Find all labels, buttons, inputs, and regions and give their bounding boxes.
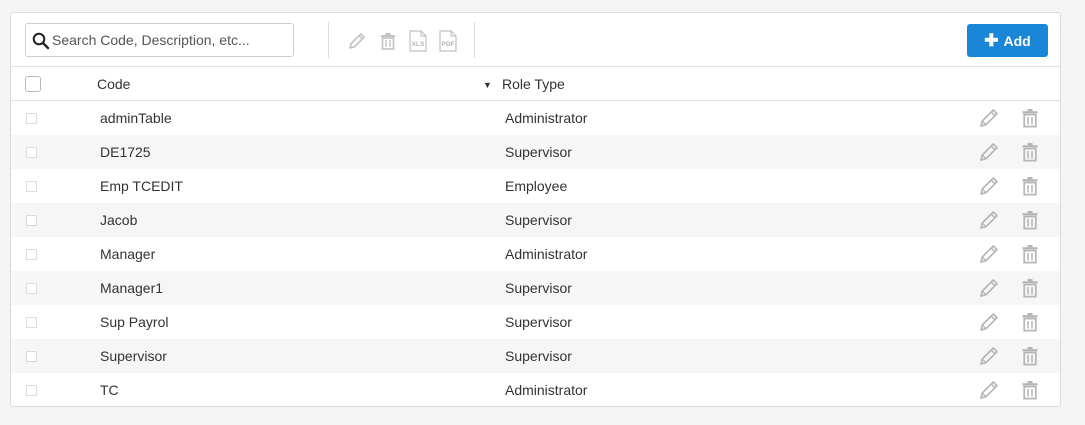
delete-trash-icon[interactable] xyxy=(1019,209,1041,231)
edit-pencil-icon[interactable] xyxy=(978,175,1000,197)
table-row: Manager Administrator xyxy=(11,237,1060,271)
cell-code: TC xyxy=(100,382,119,398)
cell-code: DE1725 xyxy=(100,144,151,160)
trash-icon[interactable] xyxy=(377,30,399,52)
cell-role-type: Employee xyxy=(505,178,568,194)
table-row: Supervisor Supervisor xyxy=(11,339,1060,373)
edit-pencil-icon[interactable] xyxy=(978,107,1000,129)
toolbar: XLS PDF ✚ Add xyxy=(11,13,1060,67)
cell-role-type: Supervisor xyxy=(505,280,572,296)
delete-trash-icon[interactable] xyxy=(1019,243,1041,265)
toolbar-divider xyxy=(474,22,475,58)
cell-code: Manager1 xyxy=(100,280,164,296)
plus-icon: ✚ xyxy=(984,30,999,50)
search-icon xyxy=(32,32,50,50)
edit-pencil-icon[interactable] xyxy=(978,379,1000,401)
column-header-role-type[interactable]: Role Type xyxy=(502,76,565,92)
select-all-checkbox[interactable] xyxy=(25,76,41,92)
delete-trash-icon[interactable] xyxy=(1019,277,1041,299)
cell-code: Supervisor xyxy=(100,348,167,364)
cell-role-type: Supervisor xyxy=(505,144,572,160)
toolbar-divider xyxy=(328,22,329,58)
delete-trash-icon[interactable] xyxy=(1019,175,1041,197)
add-button-label: Add xyxy=(1003,32,1031,49)
edit-pencil-icon[interactable] xyxy=(978,277,1000,299)
row-checkbox[interactable] xyxy=(26,385,37,396)
add-button[interactable]: ✚ Add xyxy=(967,24,1048,57)
cell-code: Jacob xyxy=(100,212,138,228)
delete-trash-icon[interactable] xyxy=(1019,107,1041,129)
row-checkbox[interactable] xyxy=(26,249,37,260)
cell-role-type: Administrator xyxy=(505,382,588,398)
delete-trash-icon[interactable] xyxy=(1019,345,1041,367)
table-header: Code ▼ Role Type xyxy=(11,67,1060,101)
delete-trash-icon[interactable] xyxy=(1019,311,1041,333)
table-row: Manager1 Supervisor xyxy=(11,271,1060,305)
cell-role-type: Supervisor xyxy=(505,348,572,364)
table-row: Sup Payrol Supervisor xyxy=(11,305,1060,339)
row-checkbox[interactable] xyxy=(26,181,37,192)
table-row: adminTable Administrator xyxy=(11,101,1060,135)
xls-label: XLS xyxy=(412,41,425,48)
xls-export-icon[interactable]: XLS xyxy=(407,30,429,52)
cell-code: Sup Payrol xyxy=(100,314,169,330)
search-input[interactable] xyxy=(52,25,288,55)
pdf-label: PDF xyxy=(442,41,455,48)
row-checkbox[interactable] xyxy=(26,351,37,362)
cell-code: Manager xyxy=(100,246,156,262)
delete-trash-icon[interactable] xyxy=(1019,379,1041,401)
cell-role-type: Supervisor xyxy=(505,212,572,228)
column-header-code[interactable]: Code xyxy=(97,76,130,92)
row-checkbox[interactable] xyxy=(26,147,37,158)
row-checkbox[interactable] xyxy=(26,215,37,226)
edit-pencil-icon[interactable] xyxy=(978,243,1000,265)
row-checkbox[interactable] xyxy=(26,317,37,328)
edit-pencil-icon[interactable] xyxy=(978,311,1000,333)
table-row: Jacob Supervisor xyxy=(11,203,1060,237)
cell-code: adminTable xyxy=(100,110,172,126)
cell-role-type: Administrator xyxy=(505,110,588,126)
row-checkbox[interactable] xyxy=(26,113,37,124)
pdf-export-icon[interactable]: PDF xyxy=(437,30,459,52)
cell-role-type: Administrator xyxy=(505,246,588,262)
table-row: Emp TCEDIT Employee xyxy=(11,169,1060,203)
edit-pencil-icon[interactable] xyxy=(978,345,1000,367)
delete-trash-icon[interactable] xyxy=(1019,141,1041,163)
roles-panel: XLS PDF ✚ Add Code ▼ Role Type adminTabl… xyxy=(10,12,1061,407)
edit-pencil-icon[interactable] xyxy=(978,209,1000,231)
pencil-icon[interactable] xyxy=(346,30,368,52)
cell-code: Emp TCEDIT xyxy=(100,178,183,194)
search-box[interactable] xyxy=(25,23,294,57)
cell-role-type: Supervisor xyxy=(505,314,572,330)
sort-desc-icon[interactable]: ▼ xyxy=(483,80,492,90)
edit-pencil-icon[interactable] xyxy=(978,141,1000,163)
table-row: TC Administrator xyxy=(11,373,1060,406)
table-row: DE1725 Supervisor xyxy=(11,135,1060,169)
row-checkbox[interactable] xyxy=(26,283,37,294)
